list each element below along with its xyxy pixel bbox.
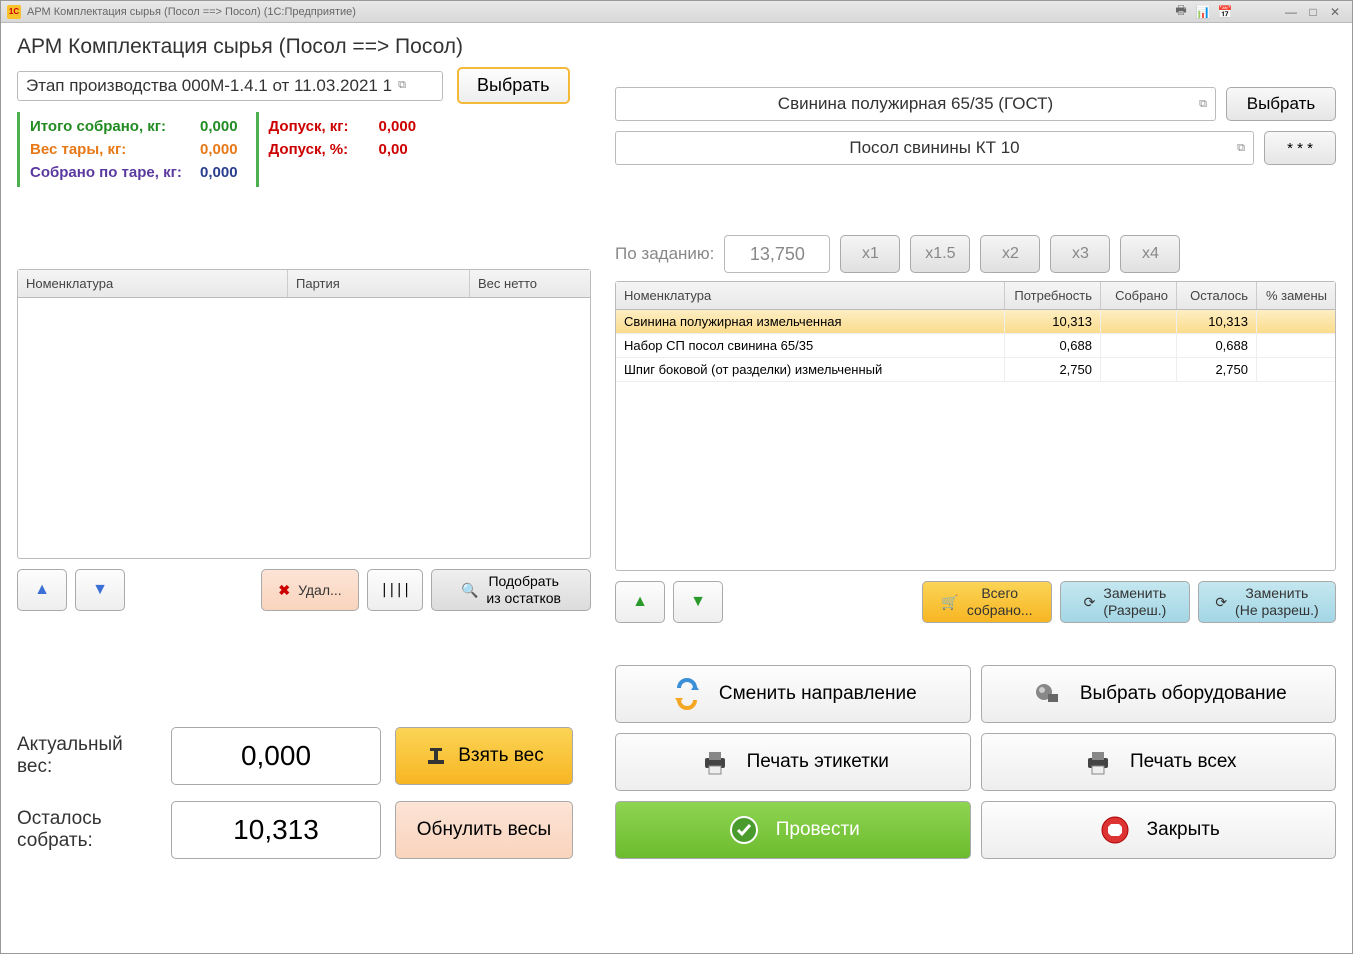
delete-icon: ✖ <box>278 582 290 599</box>
by-task-label: По заданию: <box>615 244 714 264</box>
total-collected-label: Итого собрано, кг: <box>30 118 200 135</box>
select-stage-button[interactable]: Выбрать <box>457 67 570 104</box>
tare-weight-label: Вес тары, кг: <box>30 141 200 158</box>
stop-icon <box>1097 812 1133 848</box>
print-icon[interactable]: 🖶 <box>1172 3 1190 21</box>
actual-weight-label: Актуальный вес: <box>17 734 157 778</box>
rcol-collected[interactable]: Собрано <box>1101 282 1177 309</box>
tolerance-kg-value: 0,000 <box>379 118 417 135</box>
by-tare-value: 0,000 <box>200 164 238 181</box>
change-direction-button[interactable]: Сменить направление <box>615 665 971 723</box>
mult-x2-button[interactable]: x2 <box>980 235 1040 273</box>
tolerance-pct-value: 0,00 <box>379 141 408 158</box>
requirements-table: Номенклатура Потребность Собрано Осталос… <box>615 281 1336 571</box>
app-window: 1C АРМ Комплектация сырья (Посол ==> Пос… <box>0 0 1353 954</box>
titlebar: 1C АРМ Комплектация сырья (Посол ==> Пос… <box>1 1 1352 23</box>
print-all-button[interactable]: Печать всех <box>981 733 1337 791</box>
refresh-icon: ⟳ <box>1084 594 1096 611</box>
remain-collect-value: 10,313 <box>171 801 381 859</box>
close-window-icon[interactable]: ✕ <box>1326 3 1344 21</box>
mult-x4-button[interactable]: x4 <box>1120 235 1180 273</box>
calc-icon[interactable]: 📊 <box>1194 3 1212 21</box>
total-collected-button[interactable]: 🛒Всего собрано... <box>922 581 1052 623</box>
reset-scales-button[interactable]: Обнулить весы <box>395 801 573 859</box>
mult-x15-button[interactable]: x1.5 <box>910 235 970 273</box>
close-button[interactable]: Закрыть <box>981 801 1337 859</box>
col-nomenclature[interactable]: Номенклатура <box>18 270 288 297</box>
scale-icon <box>424 744 448 768</box>
minimize-icon[interactable]: — <box>1282 3 1300 21</box>
collected-table-body <box>18 298 590 558</box>
printer-icon <box>1080 744 1116 780</box>
search-icon: 🔍 <box>461 582 478 599</box>
actual-weight-value: 0,000 <box>171 727 381 785</box>
page-title: АРМ Комплектация сырья (Посол ==> Посол) <box>17 35 1336 59</box>
window-title: АРМ Комплектация сырья (Посол ==> Посол)… <box>27 6 356 18</box>
recipe-input[interactable]: Посол свинины КТ 10⧉ <box>615 131 1254 165</box>
print-label-button[interactable]: Печать этикетки <box>615 733 971 791</box>
commit-button[interactable]: Провести <box>615 801 971 859</box>
cart-icon: 🛒 <box>941 594 958 611</box>
table-row[interactable]: Набор СП посол свинина 65/350,6880,688 <box>616 334 1335 358</box>
maximize-icon[interactable]: □ <box>1304 3 1322 21</box>
tolerance-pct-label: Допуск, %: <box>269 141 379 158</box>
app-logo-icon: 1C <box>7 5 21 19</box>
rcol-required[interactable]: Потребность <box>1005 282 1101 309</box>
move-down-button[interactable]: ▼ <box>75 569 125 611</box>
printer-icon <box>697 744 733 780</box>
recipe-more-button[interactable]: * * * <box>1264 131 1336 165</box>
collected-table: Номенклатура Партия Вес нетто <box>17 269 591 559</box>
requirements-table-body: Свинина полужирная измельченная10,31310,… <box>616 310 1335 570</box>
calendar-icon[interactable]: 📅 <box>1216 3 1234 21</box>
equipment-icon <box>1030 676 1066 712</box>
barcode-button[interactable]: |||| <box>367 569 423 611</box>
total-collected-value: 0,000 <box>200 118 238 135</box>
by-tare-label: Собрано по таре, кг: <box>30 164 200 181</box>
pick-from-stock-button[interactable]: 🔍Подобрать из остатков <box>431 569 591 611</box>
col-batch[interactable]: Партия <box>288 270 470 297</box>
col-net-weight[interactable]: Вес нетто <box>470 270 590 297</box>
tolerance-kg-label: Допуск, кг: <box>269 118 379 135</box>
table-row[interactable]: Свинина полужирная измельченная10,31310,… <box>616 310 1335 334</box>
replace-allowed-button[interactable]: ⟳Заменить (Разреш.) <box>1060 581 1190 623</box>
select-product-button[interactable]: Выбрать <box>1226 87 1336 121</box>
open-ref-icon[interactable]: ⧉ <box>398 79 406 92</box>
swap-icon <box>669 676 705 712</box>
barcode-icon: |||| <box>380 582 410 598</box>
rcol-replace-pct[interactable]: % замены <box>1257 282 1335 309</box>
take-weight-button[interactable]: Взять вес <box>395 727 573 785</box>
rcol-nomenclature[interactable]: Номенклатура <box>616 282 1005 309</box>
rcol-remaining[interactable]: Осталось <box>1177 282 1257 309</box>
refresh-icon: ⟳ <box>1215 594 1227 611</box>
move-up-button[interactable]: ▲ <box>17 569 67 611</box>
move-up-button[interactable]: ▲ <box>615 581 665 623</box>
tare-weight-value: 0,000 <box>200 141 238 158</box>
stage-value: Этап производства 000М-1.4.1 от 11.03.20… <box>26 76 392 96</box>
remain-collect-label: Осталось собрать: <box>17 808 157 852</box>
table-row[interactable]: Шпиг боковой (от разделки) измельченный2… <box>616 358 1335 382</box>
move-down-button[interactable]: ▼ <box>673 581 723 623</box>
open-ref-icon[interactable]: ⧉ <box>1237 142 1245 155</box>
open-ref-icon[interactable]: ⧉ <box>1199 98 1207 111</box>
replace-not-allowed-button[interactable]: ⟳Заменить (Не разреш.) <box>1198 581 1336 623</box>
mult-x3-button[interactable]: x3 <box>1050 235 1110 273</box>
product-input[interactable]: Свинина полужирная 65/35 (ГОСТ)⧉ <box>615 87 1216 121</box>
select-equipment-button[interactable]: Выбрать оборудование <box>981 665 1337 723</box>
stage-input[interactable]: Этап производства 000М-1.4.1 от 11.03.20… <box>17 71 443 101</box>
delete-button[interactable]: ✖Удал... <box>261 569 359 611</box>
mult-x1-button[interactable]: x1 <box>840 235 900 273</box>
task-value: 13,750 <box>724 235 830 273</box>
check-icon <box>726 812 762 848</box>
